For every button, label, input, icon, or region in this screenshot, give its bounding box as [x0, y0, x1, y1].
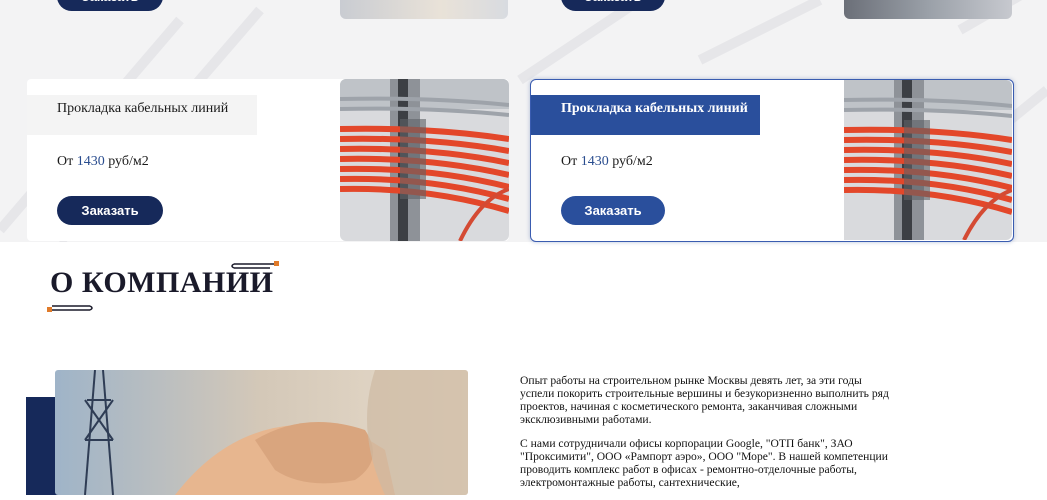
cable-bundle-image	[340, 79, 509, 241]
about-paragraph: Опыт работы на строительном рынке Москвы…	[520, 374, 889, 426]
top-photo-right	[844, 0, 1012, 19]
top-photo-left	[340, 0, 508, 19]
cable-bundle-image	[844, 80, 1012, 240]
about-text: Опыт работы на строительном рынке Москвы…	[520, 374, 895, 500]
service-card-price: От 1430 руб/м2	[57, 154, 149, 169]
order-button[interactable]: Заказать	[561, 196, 665, 225]
cable-photo	[844, 80, 1012, 240]
service-card-title: Прокладка кабельных линий	[27, 95, 257, 135]
handshake-image	[55, 370, 468, 495]
service-card-price: От 1430 руб/м2	[561, 154, 653, 169]
handshake-photo	[55, 370, 468, 495]
top-order-button-right[interactable]: Заказать	[561, 0, 665, 11]
about-section-title: О КОМПАНИИ	[50, 266, 274, 299]
service-card-title: Прокладка кабельных линий	[531, 95, 760, 135]
about-paragraph: С нами сотрудничали офисы корпорации Goo…	[520, 437, 888, 489]
top-order-button-left[interactable]: Заказать	[57, 0, 163, 11]
order-button[interactable]: Заказать	[57, 196, 163, 225]
cable-photo	[340, 79, 509, 241]
